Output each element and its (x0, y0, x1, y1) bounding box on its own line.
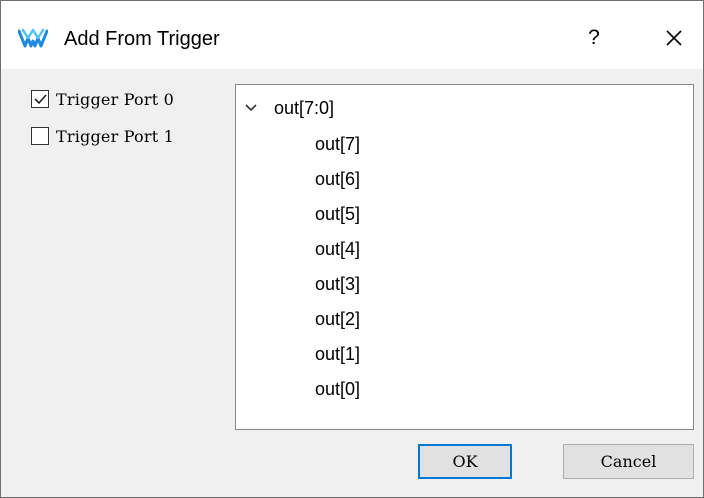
cancel-button[interactable]: Cancel (563, 444, 694, 479)
tree-item[interactable]: out[3] (315, 267, 360, 302)
title-bar: Add From Trigger ? (1, 1, 703, 69)
tree-item[interactable]: out[5] (315, 197, 360, 232)
gowin-logo-icon (18, 28, 48, 48)
trigger-port-0-checkbox[interactable]: Trigger Port 0 (31, 87, 174, 111)
tree-item[interactable]: out[2] (315, 302, 360, 337)
help-button[interactable]: ? (577, 21, 611, 55)
tree-root-out-7-0[interactable]: out[7:0] (244, 93, 334, 123)
tree-item[interactable]: out[6] (315, 162, 360, 197)
signal-tree[interactable]: out[7:0] out[7] out[6] out[5] out[4] out… (235, 84, 694, 430)
trigger-port-1-checkbox[interactable]: Trigger Port 1 (31, 124, 174, 148)
tree-item[interactable]: out[0] (315, 372, 360, 407)
ok-button[interactable]: OK (418, 444, 512, 479)
trigger-port-1-label: Trigger Port 1 (56, 126, 175, 146)
window-title: Add From Trigger (64, 28, 220, 50)
chevron-down-icon[interactable] (244, 101, 258, 115)
trigger-port-0-label: Trigger Port 0 (56, 89, 175, 109)
checkbox-unchecked-icon[interactable] (31, 127, 49, 145)
tree-item[interactable]: out[7] (315, 127, 360, 162)
add-from-trigger-dialog: Add From Trigger ? Trigger Port 0 Trigge… (0, 0, 704, 498)
tree-item[interactable]: out[1] (315, 337, 360, 372)
tree-children: out[7] out[6] out[5] out[4] out[3] out[2… (315, 127, 360, 407)
tree-item[interactable]: out[4] (315, 232, 360, 267)
close-icon[interactable] (657, 21, 691, 55)
checkbox-checked-icon[interactable] (31, 90, 49, 108)
tree-root-label: out[7:0] (274, 97, 335, 118)
